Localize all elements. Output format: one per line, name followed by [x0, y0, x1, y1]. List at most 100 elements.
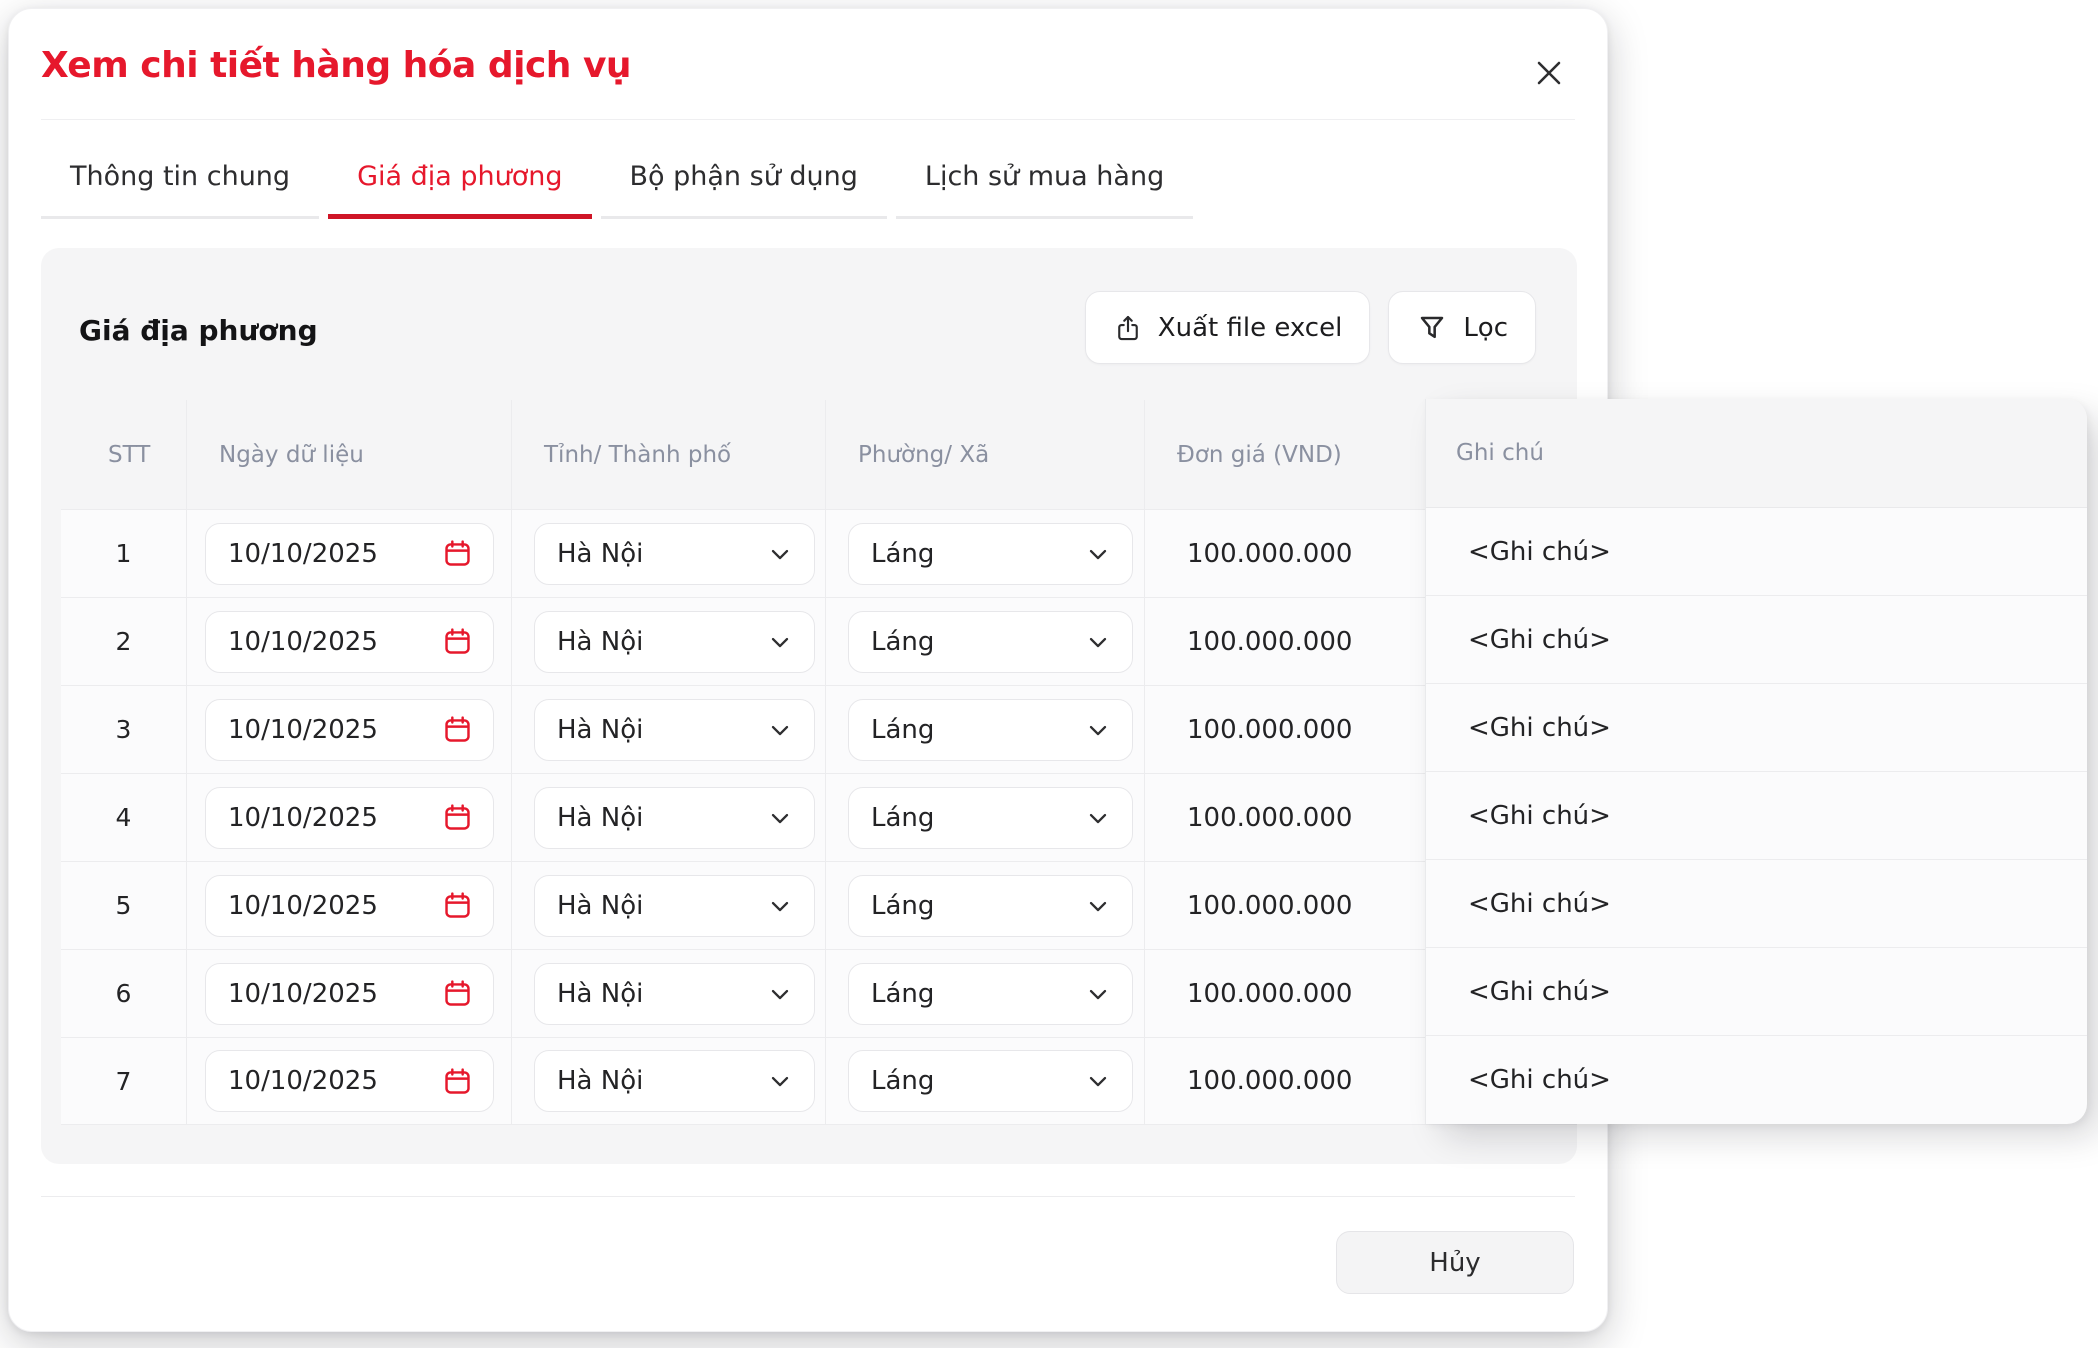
date-input[interactable]: 10/10/2025	[205, 963, 494, 1025]
date-input[interactable]: 10/10/2025	[205, 875, 494, 937]
tab-gia-dia-phuong[interactable]: Giá địa phương	[328, 120, 591, 219]
note-value: <Ghi chú>	[1468, 889, 1611, 919]
ward-cell: Láng	[825, 950, 1144, 1037]
note-value: <Ghi chú>	[1468, 977, 1611, 1007]
tab-lich-su-mua-hang[interactable]: Lịch sử mua hàng	[896, 120, 1193, 219]
date-input[interactable]: 10/10/2025	[205, 1050, 494, 1112]
note-value: <Ghi chú>	[1468, 713, 1611, 743]
province-select[interactable]: Hà Nội	[534, 875, 815, 937]
price-value: 100.000.000	[1145, 627, 1352, 657]
chevron-down-icon	[766, 628, 794, 656]
province-select[interactable]: Hà Nội	[534, 699, 815, 761]
province-select[interactable]: Hà Nội	[534, 963, 815, 1025]
date-cell: 10/10/2025	[186, 686, 511, 773]
chevron-down-icon	[1084, 892, 1112, 920]
ward-select[interactable]: Láng	[848, 523, 1133, 585]
local-price-panel: Giá địa phương Xuất file excel	[41, 248, 1577, 1164]
ward-value: Láng	[871, 803, 934, 833]
date-input[interactable]: 10/10/2025	[205, 523, 494, 585]
province-cell: Hà Nội	[511, 598, 825, 685]
date-value: 10/10/2025	[228, 539, 378, 569]
calendar-icon	[442, 538, 473, 569]
ward-select[interactable]: Láng	[848, 1050, 1133, 1112]
chevron-down-icon	[1084, 540, 1112, 568]
chevron-down-icon	[1084, 1067, 1112, 1095]
date-input[interactable]: 10/10/2025	[205, 787, 494, 849]
ward-cell: Láng	[825, 686, 1144, 773]
calendar-icon	[442, 890, 473, 921]
local-price-table: STT Ngày dữ liệu Tỉnh/ Thành phố Phường/…	[61, 400, 1577, 1125]
province-select[interactable]: Hà Nội	[534, 611, 815, 673]
column-header-ward: Phường/ Xã	[825, 400, 1144, 509]
date-cell: 10/10/2025	[186, 774, 511, 861]
date-value: 10/10/2025	[228, 627, 378, 657]
province-cell: Hà Nội	[511, 862, 825, 949]
date-cell: 10/10/2025	[186, 598, 511, 685]
date-value: 10/10/2025	[228, 803, 378, 833]
price-value: 100.000.000	[1145, 979, 1352, 1009]
tab-bo-phan-su-dung[interactable]: Bộ phận sử dụng	[601, 120, 887, 219]
province-value: Hà Nội	[557, 979, 643, 1009]
product-detail-modal: Xem chi tiết hàng hóa dịch vụ Thông tin …	[8, 8, 1608, 1332]
table-body: 1 10/10/2025 Hà Nội	[61, 509, 1577, 1125]
table-row: 5 10/10/2025 Hà Nội	[61, 861, 1577, 949]
export-excel-button[interactable]: Xuất file excel	[1085, 291, 1371, 364]
close-icon	[1534, 58, 1564, 88]
panel-title: Giá địa phương	[79, 314, 318, 347]
ward-select[interactable]: Láng	[848, 699, 1133, 761]
ward-select[interactable]: Láng	[848, 963, 1133, 1025]
ward-value: Láng	[871, 1066, 934, 1096]
row-index: 1	[61, 510, 186, 597]
column-header-note: Ghi chú	[1426, 399, 2087, 508]
price-value: 100.000.000	[1145, 891, 1352, 921]
calendar-icon	[442, 1066, 473, 1097]
calendar-icon	[442, 626, 473, 657]
date-value: 10/10/2025	[228, 891, 378, 921]
row-index: 4	[61, 774, 186, 861]
export-excel-label: Xuất file excel	[1158, 313, 1343, 343]
price-value: 100.000.000	[1145, 539, 1352, 569]
ward-cell: Láng	[825, 510, 1144, 597]
date-cell: 10/10/2025	[186, 1038, 511, 1124]
date-value: 10/10/2025	[228, 979, 378, 1009]
ward-select[interactable]: Láng	[848, 787, 1133, 849]
ward-select[interactable]: Láng	[848, 611, 1133, 673]
date-input[interactable]: 10/10/2025	[205, 611, 494, 673]
ward-cell: Láng	[825, 774, 1144, 861]
row-index: 2	[61, 598, 186, 685]
province-cell: Hà Nội	[511, 1038, 825, 1124]
chevron-down-icon	[766, 716, 794, 744]
province-select[interactable]: Hà Nội	[534, 1050, 815, 1112]
price-value: 100.000.000	[1145, 1066, 1352, 1096]
date-input[interactable]: 10/10/2025	[205, 699, 494, 761]
province-value: Hà Nội	[557, 539, 643, 569]
tab-thong-tin-chung[interactable]: Thông tin chung	[41, 120, 319, 219]
note-card-body: <Ghi chú> <Ghi chú> <Ghi chú> <Ghi chú> …	[1426, 508, 2087, 1124]
note-cell: <Ghi chú>	[1426, 508, 2087, 596]
note-cell: <Ghi chú>	[1426, 1036, 2087, 1124]
filter-button[interactable]: Lọc	[1388, 291, 1536, 364]
ward-value: Láng	[871, 979, 934, 1009]
ward-cell: Láng	[825, 598, 1144, 685]
province-cell: Hà Nội	[511, 686, 825, 773]
table-row: 7 10/10/2025 Hà Nội	[61, 1037, 1577, 1125]
calendar-icon	[442, 978, 473, 1009]
province-cell: Hà Nội	[511, 950, 825, 1037]
ward-cell: Láng	[825, 1038, 1144, 1124]
note-cell: <Ghi chú>	[1426, 772, 2087, 860]
price-value: 100.000.000	[1145, 715, 1352, 745]
close-button[interactable]	[1527, 51, 1571, 95]
note-cell: <Ghi chú>	[1426, 684, 2087, 772]
province-select[interactable]: Hà Nội	[534, 523, 815, 585]
table-header-row: STT Ngày dữ liệu Tỉnh/ Thành phố Phường/…	[61, 400, 1577, 509]
filter-label: Lọc	[1463, 313, 1508, 343]
chevron-down-icon	[766, 1067, 794, 1095]
date-cell: 10/10/2025	[186, 862, 511, 949]
cancel-button[interactable]: Hủy	[1336, 1231, 1574, 1294]
ward-value: Láng	[871, 627, 934, 657]
column-header-date: Ngày dữ liệu	[186, 400, 511, 509]
column-header-stt: STT	[61, 400, 186, 509]
province-select[interactable]: Hà Nội	[534, 787, 815, 849]
ward-select[interactable]: Láng	[848, 875, 1133, 937]
date-value: 10/10/2025	[228, 1066, 378, 1096]
